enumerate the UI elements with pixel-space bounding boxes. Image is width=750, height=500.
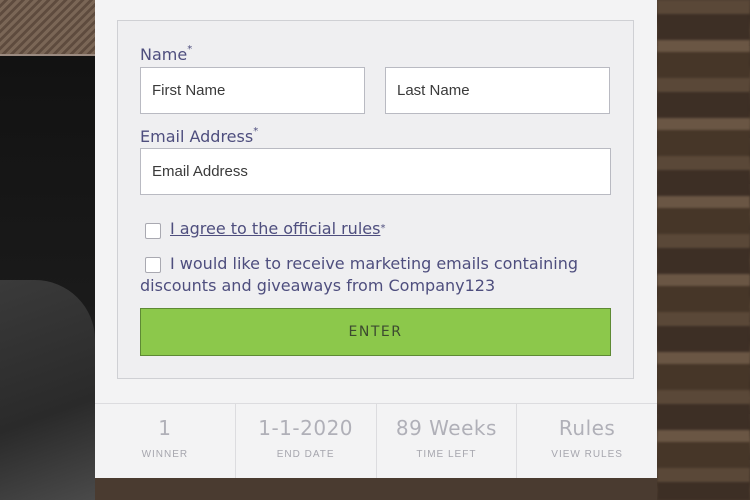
stat-winner: 1 WINNER [95,404,235,478]
marketing-text-line2: discounts and giveaways from Company123 [140,276,496,295]
stat-end-date: 1-1-2020 END DATE [234,404,376,478]
marketing-text-line1: I would like to receive marketing emails… [170,254,579,273]
stats-row: 1 WINNER 1-1-2020 END DATE 89 Weeks TIME… [95,403,657,478]
agree-rules-label[interactable]: I agree to the official rules* [170,218,385,240]
last-name-input[interactable] [385,67,610,114]
stat-label: END DATE [276,449,335,460]
view-rules-label[interactable]: VIEW RULES [517,449,657,460]
stat-label: WINNER [141,449,189,460]
name-label: Name* [140,44,193,64]
stat-time-left: 89 Weeks TIME LEFT [375,404,517,478]
stat-label: TIME LEFT [416,449,477,460]
rules-link[interactable]: Rules [517,416,657,440]
agree-rules-checkbox[interactable] [145,223,161,239]
required-mark: * [187,44,193,55]
background-left-texture [0,0,95,54]
entry-form: Name* Email Address* I agree to the offi… [117,20,634,379]
email-label-text: Email Address [140,127,254,146]
background-left-shape [0,280,95,500]
email-input[interactable] [140,148,611,195]
required-mark: * [380,223,386,234]
stat-value: 89 Weeks [395,416,497,440]
email-label: Email Address* [140,126,259,146]
background-right [657,0,750,500]
stat-view-rules[interactable]: Rules VIEW RULES [516,404,657,478]
marketing-emails-checkbox[interactable] [145,257,161,273]
name-label-text: Name [140,45,188,64]
background-left-edge [0,54,95,56]
required-mark: * [253,126,259,137]
background-bottom [95,478,657,500]
stat-value: 1-1-2020 [258,416,354,440]
enter-button[interactable]: ENTER [140,308,611,356]
first-name-input[interactable] [140,67,365,114]
giveaway-card: Name* Email Address* I agree to the offi… [95,0,657,478]
official-rules-link[interactable]: I agree to the official rules [170,219,380,238]
stat-value: 1 [158,416,172,440]
